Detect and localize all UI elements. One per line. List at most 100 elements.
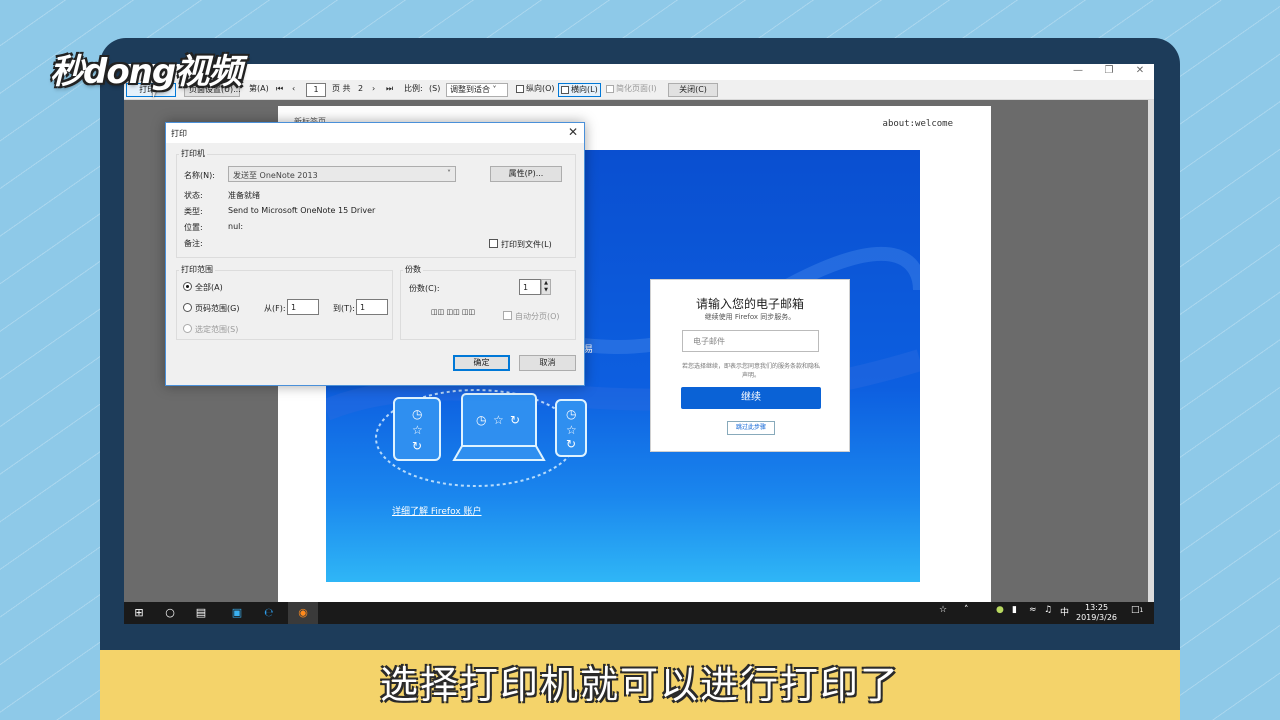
wifi-icon[interactable]: ≈ — [1029, 605, 1037, 615]
copies-spinner[interactable]: ▲ ▼ — [541, 279, 551, 295]
terms-text: 若您选择继续，即表示您同意我们的服务条款和隐私声明。 — [681, 363, 820, 379]
chevron-up-icon[interactable]: ˄ — [964, 605, 969, 615]
subtitle-bar: 选择打印机就可以进行打印了 — [100, 650, 1180, 720]
clock-date: 2019/3/26 — [1076, 613, 1118, 622]
prev-page-icon[interactable]: ‹ — [292, 83, 295, 97]
signin-card: 请输入您的电子邮箱 继续使用 Firefox 同步服务。 电子邮件 若您选择继续… — [650, 279, 850, 452]
ok-button[interactable]: 确定 — [453, 355, 510, 371]
print-to-file-label: 打印到文件(L) — [501, 240, 552, 249]
subtitle-text: 选择打印机就可以进行打印了 — [379, 663, 900, 707]
email-field[interactable]: 电子邮件 — [682, 330, 819, 352]
page-label: 第(A) — [249, 84, 269, 93]
restore-icon[interactable]: ❐ — [1101, 65, 1117, 76]
svg-text:↻: ↻ — [510, 413, 520, 427]
close-preview-button[interactable]: 关闭(C) — [668, 83, 718, 97]
continue-button[interactable]: 继续 — [681, 387, 821, 409]
clock-time: 13:25 — [1084, 603, 1109, 612]
print-dialog: 打印 ✕ 打印机 名称(N): 发送至 OneNote 2013 ˅ 属性(P)… — [165, 122, 585, 386]
svg-text:☆: ☆ — [412, 423, 423, 437]
range-selection-label: 选定范围(S) — [195, 325, 239, 334]
simplify-option[interactable]: 简化页面(I) — [606, 83, 657, 97]
type-label: 类型: — [184, 207, 203, 216]
next-page-icon[interactable]: › — [372, 83, 375, 97]
copies-group-title: 份数 — [403, 264, 423, 275]
minimize-icon[interactable]: — — [1070, 65, 1086, 76]
clock[interactable]: 13:25 2019/3/26 — [1076, 603, 1117, 623]
close-icon[interactable]: ✕ — [1132, 65, 1148, 76]
collate-checkbox[interactable] — [503, 311, 512, 320]
portrait-option[interactable]: 纵向(O) — [516, 83, 555, 97]
ie-icon[interactable]: ℮ — [254, 602, 284, 624]
cancel-button[interactable]: 取消 — [519, 355, 576, 371]
scale-shortcut: (S) — [429, 84, 441, 93]
svg-text:☆: ☆ — [566, 423, 577, 437]
properties-button[interactable]: 属性(P)... — [490, 166, 562, 182]
screen: ox — ❐ ✕ 打印... 页面设置(U)... 第(A) ⏮ ‹ 1 页 共… — [124, 64, 1154, 622]
printer-name-select[interactable]: 发送至 OneNote 2013 ˅ — [228, 166, 456, 182]
from-input[interactable]: 1 — [287, 299, 319, 315]
dialog-title: 打印 — [171, 129, 187, 138]
page-number-input[interactable]: 1 — [306, 83, 326, 97]
notification-count: 1 — [1139, 607, 1144, 614]
printer-group-title: 打印机 — [179, 148, 207, 159]
to-label: 到(T): — [333, 304, 355, 313]
chevron-down-icon: ˅ — [447, 169, 451, 178]
notification-icon[interactable]: □1 — [1131, 605, 1143, 615]
preview-scrollbar[interactable] — [1148, 100, 1154, 602]
comment-label: 备注: — [184, 239, 203, 248]
preview-toolbar: 打印... 页面设置(U)... 第(A) ⏮ ‹ 1 页 共 2 › ⏭ 比例… — [124, 80, 1154, 100]
collate-icon: ◫◫ ◫◫ ◫◫ — [431, 308, 476, 316]
chevron-down-icon: ˅ — [492, 85, 497, 94]
svg-text:↻: ↻ — [566, 437, 576, 451]
status-label: 状态: — [184, 191, 203, 200]
status-value: 准备就绪 — [228, 191, 260, 200]
last-page-icon[interactable]: ⏭ — [386, 83, 393, 97]
task-view-icon[interactable]: ▤ — [186, 602, 216, 624]
range-group-title: 打印范围 — [179, 264, 215, 275]
simplify-checkbox[interactable] — [606, 84, 614, 93]
logo: 秒dong视频 — [50, 44, 242, 93]
windows-start-icon[interactable]: ⊞ — [124, 602, 154, 624]
page-total: 2 — [358, 84, 364, 93]
volume-icon[interactable]: ♫ — [1044, 605, 1052, 615]
svg-text:◷: ◷ — [476, 413, 487, 427]
svg-text:◷: ◷ — [566, 407, 577, 421]
scale-select[interactable]: 调整到适合 ˅ — [446, 83, 508, 97]
range-pages-radio[interactable] — [183, 303, 192, 312]
tray-app-icon[interactable]: ● — [996, 605, 1004, 615]
range-selection-radio[interactable] — [183, 324, 192, 333]
firefox-icon[interactable]: ◉ — [288, 602, 318, 624]
range-pages-label: 页码范围(G) — [195, 304, 240, 313]
svg-text:↻: ↻ — [412, 439, 422, 453]
landscape-label: 横向(L) — [571, 85, 598, 94]
battery-icon[interactable]: ▮ — [1012, 605, 1017, 615]
landscape-checkbox[interactable] — [561, 85, 569, 94]
signin-heading: 请输入您的电子邮箱 — [695, 297, 804, 311]
where-value: nul: — [228, 222, 244, 231]
app-icon[interactable]: ▣ — [222, 602, 252, 624]
hero-text-fragment: 易 — [584, 345, 594, 355]
learn-more-link[interactable]: 详细了解 Firefox 账户 — [392, 504, 482, 517]
people-icon[interactable]: ☆ — [939, 605, 947, 615]
to-input[interactable]: 1 — [356, 299, 388, 315]
simplify-label: 简化页面(I) — [616, 84, 657, 93]
ime-indicator[interactable]: 中 — [1060, 605, 1069, 618]
first-page-icon[interactable]: ⏮ — [276, 83, 283, 97]
range-all-radio[interactable] — [183, 282, 192, 291]
collate-label: 自动分页(O) — [515, 312, 560, 321]
copies-label: 份数(C): — [409, 284, 440, 293]
skip-button[interactable]: 跳过此步骤 — [727, 421, 775, 435]
where-label: 位置: — [184, 223, 203, 232]
portrait-checkbox[interactable] — [516, 84, 524, 93]
svg-text:☆: ☆ — [493, 413, 504, 427]
type-value: Send to Microsoft OneNote 15 Driver — [228, 206, 376, 215]
dialog-close-icon[interactable]: ✕ — [568, 125, 578, 139]
svg-text:◷: ◷ — [412, 407, 423, 421]
taskbar: ⊞ ○ ▤ ▣ ℮ ◉ ☆ ˄ ● ▮ ≈ ♫ 中 13:25 2019/3/2… — [124, 602, 1154, 624]
scale-label: 比例: — [404, 84, 423, 93]
landscape-option[interactable]: 横向(L) — [558, 83, 601, 97]
cortana-icon[interactable]: ○ — [155, 602, 185, 624]
copies-input[interactable]: 1 — [519, 279, 541, 295]
print-to-file-checkbox[interactable] — [489, 239, 498, 248]
portrait-label: 纵向(O) — [526, 84, 555, 93]
